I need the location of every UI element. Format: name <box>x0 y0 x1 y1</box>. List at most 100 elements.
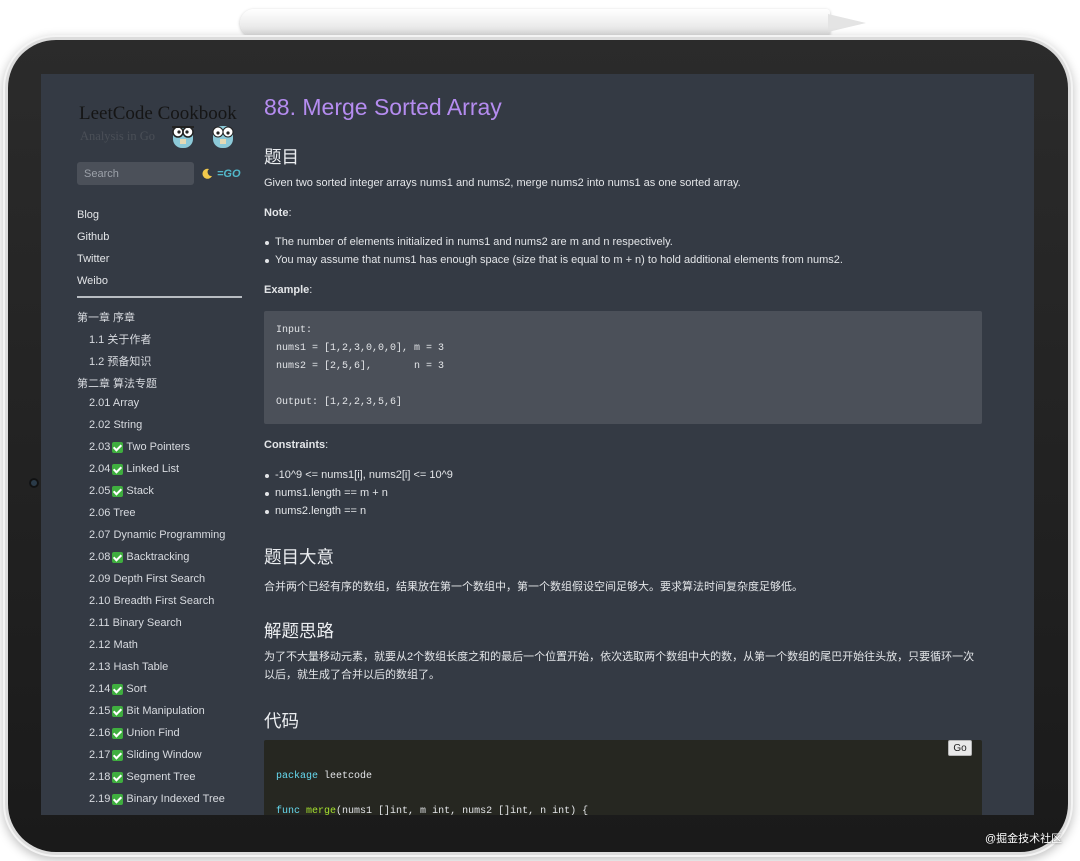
heading-approach: 解题思路 <box>264 621 334 641</box>
toc-item-2-15[interactable]: 2.15 Bit Manipulation <box>89 705 205 717</box>
note-item: The number of elements initialized in nu… <box>265 236 673 248</box>
toc-item-2-18[interactable]: 2.18 Segment Tree <box>89 771 196 783</box>
check-mark-icon <box>112 705 124 717</box>
article: 88. Merge Sorted Array 题目 Given two sort… <box>264 74 984 815</box>
toc-item-number: 2.17 <box>89 749 111 761</box>
toc-chapter-1[interactable]: 第一章 序章 <box>77 309 135 325</box>
code-keyword: func <box>276 806 301 815</box>
check-mark-icon <box>112 771 124 783</box>
toc-item-2-04[interactable]: 2.04 Linked List <box>89 463 179 475</box>
front-camera <box>29 478 39 488</box>
approach-text: 为了不大量移动元素，就要从2个数组长度之和的最后一个位置开始，依次选取两个数组中… <box>264 651 975 681</box>
search-input[interactable] <box>77 162 194 185</box>
check-mark-icon <box>112 749 124 761</box>
note-label: Note <box>264 207 289 219</box>
toc-item-label: 2.13 Hash Table <box>89 661 169 673</box>
toc-item-label: 2.06 Tree <box>89 507 136 519</box>
toc-item-2-05[interactable]: 2.05 Stack <box>89 485 154 497</box>
screen: LeetCode Cookbook Analysis in Go =GO Blo… <box>41 74 1034 815</box>
toc-item-2-06[interactable]: 2.06 Tree <box>89 507 135 519</box>
toc-item-label: 2.11 Binary Search <box>89 617 182 629</box>
nav-link-weibo[interactable]: Weibo <box>77 275 108 287</box>
code-params: (nums1 []int, m int, nums2 []int, n int)… <box>336 806 589 815</box>
toc-item-label: Stack <box>126 485 154 497</box>
toc-item-label: Sliding Window <box>126 749 202 761</box>
toc-item-number: 2.18 <box>89 771 111 783</box>
code-line: func merge(nums1 []int, m int, nums2 []i… <box>276 806 588 815</box>
toc-item-label: 2.02 String <box>89 419 143 431</box>
apple-pencil-tip <box>828 14 866 32</box>
toc-item-2-07[interactable]: 2.07 Dynamic Programming <box>89 529 225 541</box>
check-mark-icon <box>112 551 124 563</box>
problem-text: Given two sorted integer arrays nums1 an… <box>264 177 741 189</box>
watermark: @掘金技术社区 <box>985 833 1063 845</box>
apple-pencil <box>240 9 830 37</box>
example-paragraph: Example: <box>264 284 313 296</box>
constraints-label: Constraints <box>264 439 326 451</box>
gopher-icon <box>212 126 234 148</box>
toc-item-number: 2.19 <box>89 793 111 805</box>
toc-item-2-17[interactable]: 2.17 Sliding Window <box>89 749 202 761</box>
toc-item-label: Binary Indexed Tree <box>126 793 225 805</box>
toc-item-label: 2.09 Depth First Search <box>89 573 206 585</box>
toc-item-2-10[interactable]: 2.10 Breadth First Search <box>89 595 214 607</box>
toc-item-2-01[interactable]: 2.01 Array <box>89 397 139 409</box>
nav-link-github[interactable]: Github <box>77 231 109 243</box>
logo-subtitle: Analysis in Go <box>80 129 155 143</box>
go-logo[interactable]: =GO <box>217 168 241 180</box>
toc-item-2-08[interactable]: 2.08 Backtracking <box>89 551 189 563</box>
toc-item-label: Union Find <box>126 727 180 739</box>
toc-item-label: Backtracking <box>126 551 190 563</box>
note-paragraph: Note: <box>264 207 292 219</box>
toc-item-label: 第一章 序章 <box>77 312 136 324</box>
toc-item-1-2[interactable]: 1.2 预备知识 <box>89 353 151 369</box>
toc-item-label: 2.07 Dynamic Programming <box>89 529 226 541</box>
code-line: nums1 = [1,2,3,0,0,0], m = 3 <box>276 343 445 354</box>
nav-link-twitter[interactable]: Twitter <box>77 253 109 265</box>
check-mark-icon <box>112 683 124 695</box>
toc-item-2-19[interactable]: 2.19 Binary Indexed Tree <box>89 793 225 805</box>
toc-item-label: Sort <box>126 683 147 695</box>
toc-item-number: 2.08 <box>89 551 111 563</box>
toc-item-2-13[interactable]: 2.13 Hash Table <box>89 661 168 673</box>
toc-item-2-14[interactable]: 2.14 Sort <box>89 683 147 695</box>
code-line: nums2 = [2,5,6], n = 3 <box>276 361 445 372</box>
meaning-text: 合并两个已经有序的数组，结果放在第一个数组中，第一个数组假设空间足够大。要求算法… <box>264 581 803 593</box>
code-line: Input: <box>276 325 313 336</box>
toc-item-2-02[interactable]: 2.02 String <box>89 419 142 431</box>
toc-item-2-03[interactable]: 2.03 Two Pointers <box>89 441 190 453</box>
sidebar: LeetCode Cookbook Analysis in Go =GO Blo… <box>41 74 256 815</box>
toc-item-label: Bit Manipulation <box>126 705 205 717</box>
toc-item-number: 2.16 <box>89 727 111 739</box>
run-go-button[interactable]: Go <box>948 740 972 756</box>
theme-toggle-moon-icon[interactable] <box>201 168 213 180</box>
code-identifier: leetcode <box>324 771 373 782</box>
heading-code: 代码 <box>264 711 299 731</box>
toc-item-label: 1.2 预备知识 <box>89 356 152 368</box>
constraints-paragraph: Constraints: <box>264 439 329 451</box>
toc-item-label: 2.12 Math <box>89 639 138 651</box>
check-mark-icon <box>112 727 124 739</box>
page-title: 88. Merge Sorted Array <box>264 94 502 120</box>
example-label: Example <box>264 284 310 296</box>
toc-item-label: Linked List <box>126 463 180 475</box>
toc-item-2-16[interactable]: 2.16 Union Find <box>89 727 180 739</box>
toc-item-2-12[interactable]: 2.12 Math <box>89 639 138 651</box>
toc-item-number: 2.15 <box>89 705 111 717</box>
heading-meaning: 题目大意 <box>264 547 334 567</box>
toc-item-number: 2.04 <box>89 463 111 475</box>
nav-link-blog[interactable]: Blog <box>77 209 99 221</box>
code-keyword: package <box>276 771 319 782</box>
toc-item-2-09[interactable]: 2.09 Depth First Search <box>89 573 205 585</box>
toc-item-label: Two Pointers <box>126 441 191 453</box>
toc-chapter-2[interactable]: 第二章 算法专题 <box>77 375 157 391</box>
toc-item-1-1[interactable]: 1.1 关于作者 <box>89 331 151 347</box>
toc-item-number: 2.14 <box>89 683 111 695</box>
check-mark-icon <box>112 441 124 453</box>
toc-item-label: 2.10 Breadth First Search <box>89 595 215 607</box>
toc-item-number: 2.03 <box>89 441 111 453</box>
toc-item-2-11[interactable]: 2.11 Binary Search <box>89 617 182 629</box>
note-item: You may assume that nums1 has enough spa… <box>265 254 843 266</box>
toc-item-label: Segment Tree <box>126 771 196 783</box>
toc-item-label: 第二章 算法专题 <box>77 378 158 390</box>
